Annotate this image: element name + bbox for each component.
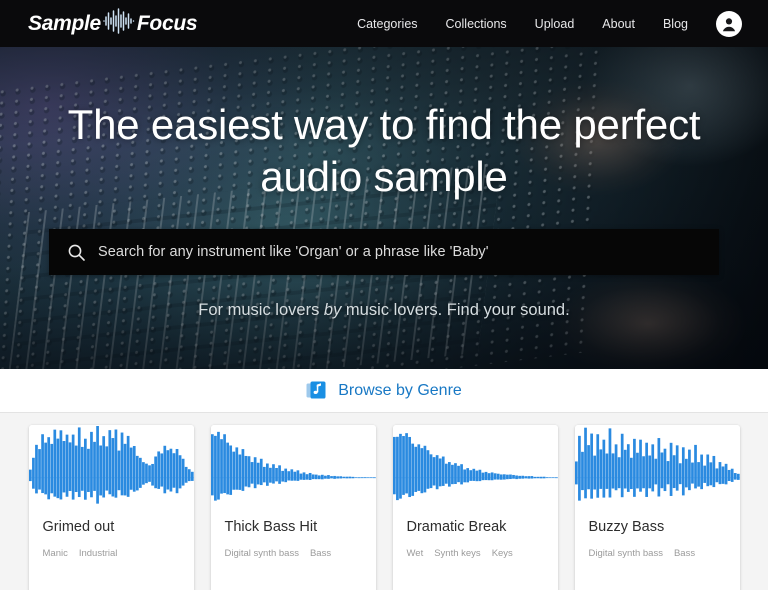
nav-item-collections[interactable]: Collections xyxy=(432,11,521,37)
browse-by-genre-link[interactable]: Browse by Genre xyxy=(306,380,462,401)
search-input[interactable] xyxy=(98,244,701,261)
sample-tag[interactable]: Synth keys xyxy=(434,548,480,559)
sample-tag[interactable]: Wet xyxy=(407,548,424,559)
sample-cards-row: Grimed out Manic Industrial Thick Bass Hit… xyxy=(0,425,768,590)
sample-title: Grimed out xyxy=(42,519,115,535)
sample-tag[interactable]: Bass xyxy=(310,548,331,559)
sample-cards-section: Grimed out Manic Industrial Thick Bass Hit… xyxy=(0,413,768,590)
sample-card[interactable]: Thick Bass Hit Digital synth bass Bass xyxy=(210,425,376,590)
waveform-preview[interactable] xyxy=(392,425,558,513)
waveform-preview[interactable] xyxy=(28,425,194,513)
waveform-icon xyxy=(102,8,136,39)
sample-tag-list: Digital synth bass Bass xyxy=(575,548,740,559)
sample-tag-list: Manic Industrial xyxy=(29,548,194,559)
sample-title: Thick Bass Hit xyxy=(224,519,318,535)
sample-title: Buzzy Bass xyxy=(588,519,665,535)
sample-tag[interactable]: Digital synth bass xyxy=(225,548,299,559)
browse-by-genre-label: Browse by Genre xyxy=(338,381,462,399)
sample-tag[interactable]: Digital synth bass xyxy=(589,548,663,559)
logo-text-focus: Focus xyxy=(136,12,198,35)
logo[interactable]: Sample Focus xyxy=(28,0,198,47)
sample-card[interactable]: Buzzy Bass Digital synth bass Bass xyxy=(574,425,740,590)
sample-tag[interactable]: Keys xyxy=(492,548,513,559)
sample-tag[interactable]: Industrial xyxy=(79,548,118,559)
tagline-emphasis: by xyxy=(323,301,342,320)
sample-tag[interactable]: Bass xyxy=(674,548,695,559)
sample-tag[interactable]: Manic xyxy=(43,548,68,559)
sample-card[interactable]: Grimed out Manic Industrial xyxy=(28,425,194,590)
browse-by-genre-bar: Browse by Genre xyxy=(0,369,768,413)
sample-tag-list: Wet Synth keys Keys xyxy=(393,548,558,559)
sample-title: Dramatic Break xyxy=(406,519,507,535)
waveform-preview[interactable] xyxy=(574,425,740,513)
nav-item-about[interactable]: About xyxy=(588,11,649,37)
tagline-part1: For music lovers xyxy=(198,301,324,320)
nav-item-upload[interactable]: Upload xyxy=(521,11,589,37)
tagline-part2: music lovers. Find your sound. xyxy=(341,301,570,320)
waveform-preview[interactable] xyxy=(210,425,376,513)
search-bar[interactable] xyxy=(49,229,719,276)
sample-tag-list: Digital synth bass Bass xyxy=(211,548,376,559)
main-navigation: Categories Collections Upload About Blog xyxy=(343,10,750,37)
hero-title: The easiest way to find the perfect audi… xyxy=(67,101,701,201)
hero-tagline: For music lovers by music lovers. Find y… xyxy=(198,301,569,320)
logo-text-sample: Sample xyxy=(28,12,101,35)
user-account-icon[interactable] xyxy=(716,10,742,37)
sample-card[interactable]: Dramatic Break Wet Synth keys Keys xyxy=(392,425,558,590)
nav-item-categories[interactable]: Categories xyxy=(343,11,431,37)
nav-item-blog[interactable]: Blog xyxy=(649,11,702,37)
genre-library-icon xyxy=(306,380,327,401)
search-icon xyxy=(67,243,86,262)
hero-section: The easiest way to find the perfect audi… xyxy=(0,47,768,369)
site-header: Sample Focus Categories Collections Uplo… xyxy=(0,0,768,47)
